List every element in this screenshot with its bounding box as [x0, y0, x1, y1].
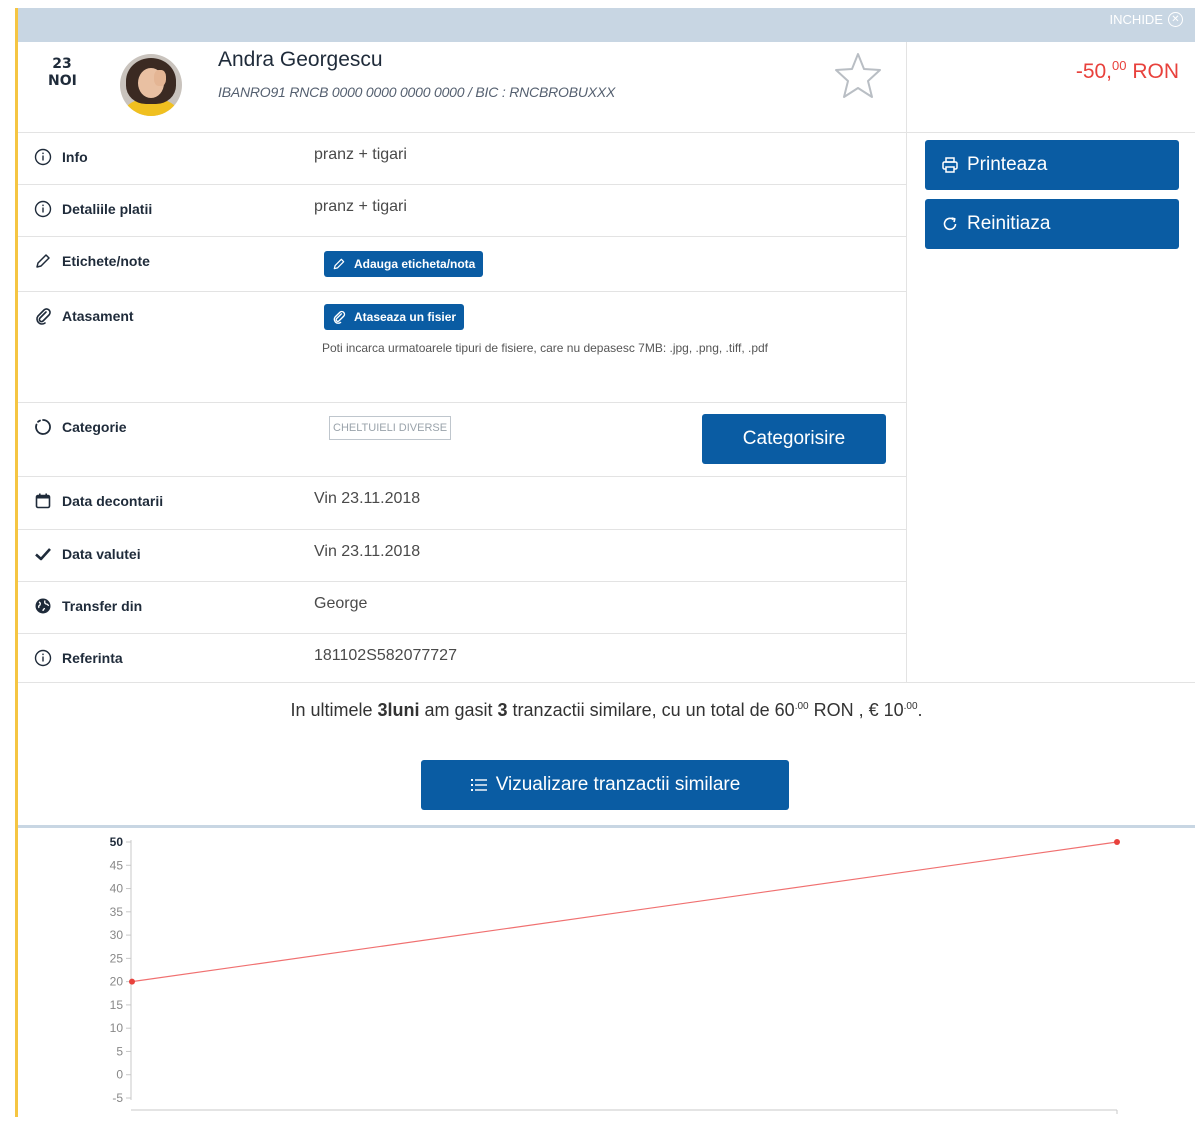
print-label: Printeaza	[967, 154, 1048, 175]
actions-panel: -50,00 RON Printeaza Reinitiaza	[907, 42, 1195, 249]
pencil-icon	[333, 258, 345, 270]
pencil-icon	[36, 254, 50, 268]
amount-main: -50,	[1075, 60, 1113, 83]
paperclip-icon	[36, 308, 51, 325]
value-date-value: Vin 23.11.2018	[314, 543, 421, 560]
y-tick-label: 0	[116, 1068, 123, 1082]
add-tag-label: Adauga eticheta/nota	[354, 257, 476, 271]
similar-transactions-chart: 50454035302520151050-5NOI 2018	[18, 828, 1195, 1117]
data-point	[129, 978, 135, 985]
similar-transactions-summary: In ultimele 3luni am gasit 3 tranzactii …	[290, 700, 923, 720]
row-label-settlement-date: Data decontarii	[62, 493, 164, 509]
reference-value: 181102S582077727	[314, 647, 457, 664]
row-settlement-date: Data decontarii Vin 23.11.2018	[18, 477, 906, 530]
row-tags: Etichete/note Adauga eticheta/nota	[18, 237, 906, 292]
info-value: pranz + tigari	[314, 146, 407, 163]
checkmark-icon	[35, 548, 51, 561]
transaction-date: 23 NOI	[48, 56, 77, 90]
row-reference: Referinta 181102S582077727	[18, 634, 906, 686]
print-button[interactable]: Printeaza	[925, 140, 1179, 190]
refresh-icon	[943, 217, 957, 231]
info-icon	[34, 200, 52, 218]
row-label-reference: Referinta	[62, 650, 123, 666]
data-point	[1114, 839, 1120, 845]
view-similar-transactions-button[interactable]: Vizualizare tranzactii similare	[421, 760, 789, 810]
info-icon	[34, 148, 52, 166]
settlement-date-value: Vin 23.11.2018	[314, 490, 421, 507]
payee-name: Andra Georgescu	[218, 48, 383, 71]
close-circle-icon: ✕	[1168, 12, 1183, 27]
transaction-amount: -50,00 RON	[1076, 58, 1179, 84]
top-bar: INCHIDE ✕	[18, 8, 1195, 42]
row-transfer-from: Transfer din George	[18, 582, 906, 634]
info-icon	[34, 649, 52, 667]
row-attachment: Atasament Ataseaza un fisier Poti incarc…	[18, 292, 906, 403]
payment-details-value: pranz + tigari	[314, 198, 407, 215]
attach-file-label: Ataseaza un fisier	[354, 310, 457, 324]
globe-icon	[35, 598, 51, 614]
y-tick-label: 50	[110, 835, 124, 849]
y-tick-label: -5	[112, 1091, 123, 1105]
attachment-hint: Poti incarca urmatoarele tipuri de fisie…	[322, 341, 769, 355]
add-tag-button[interactable]: Adauga eticheta/nota	[324, 251, 484, 277]
row-label-payment-details: Detaliile platii	[62, 201, 153, 217]
transaction-header: 23 NOI Andra Georgescu IBANRO91 RNCB 000…	[18, 42, 906, 133]
y-tick-label: 25	[110, 951, 124, 965]
section-divider	[18, 682, 1195, 683]
category-spinner-icon	[35, 419, 51, 435]
calendar-icon	[35, 493, 51, 509]
amount-decimals: 00	[1112, 58, 1127, 73]
reinitiate-label: Reinitiaza	[967, 213, 1051, 234]
y-tick-label: 20	[110, 975, 124, 989]
similar-period: 3luni	[377, 700, 420, 720]
y-tick-label: 5	[116, 1044, 123, 1058]
row-label-category: Categorie	[62, 419, 127, 435]
close-label: INCHIDE	[1109, 12, 1163, 27]
row-label-info: Info	[62, 149, 88, 165]
transfer-from-value: George	[314, 595, 368, 612]
date-month: NOI	[48, 73, 77, 89]
amount-currency: RON	[1132, 60, 1179, 83]
favorite-star-icon[interactable]	[832, 50, 884, 102]
reinitiate-button[interactable]: Reinitiaza	[925, 199, 1179, 249]
amount-header: -50,00 RON	[907, 42, 1195, 133]
row-label-value-date: Data valutei	[62, 546, 141, 562]
series-line	[131, 841, 1118, 983]
printer-icon	[942, 157, 958, 173]
list-icon	[470, 779, 487, 791]
category-tag: CHELTUIELI DIVERSE	[329, 416, 452, 440]
payee-iban: IBANRO91 RNCB 0000 0000 0000 0000 / BIC …	[218, 84, 616, 100]
row-label-transfer-from: Transfer din	[62, 598, 143, 614]
row-payment-details: Detaliile platii pranz + tigari	[18, 185, 906, 237]
attach-file-button[interactable]: Ataseaza un fisier	[324, 304, 465, 330]
y-tick-label: 40	[110, 882, 124, 896]
row-info: Info pranz + tigari	[18, 133, 906, 185]
paperclip-icon	[333, 310, 346, 324]
view-similar-label: Vizualizare tranzactii similare	[495, 774, 741, 795]
date-day: 23	[52, 56, 72, 72]
line-chart: 50454035302520151050-5NOI 2018	[110, 835, 1120, 1114]
row-value-date: Data valutei Vin 23.11.2018	[18, 530, 906, 582]
y-tick-label: 45	[110, 858, 124, 872]
similar-count: 3	[497, 700, 508, 720]
row-label-tags: Etichete/note	[62, 253, 150, 269]
y-tick-label: 30	[110, 928, 124, 942]
row-label-attachment: Atasament	[62, 308, 134, 324]
y-tick-label: 15	[110, 998, 124, 1012]
avatar	[120, 54, 182, 116]
y-tick-label: 35	[110, 905, 124, 919]
column-divider	[906, 42, 907, 682]
y-tick-label: 10	[110, 1021, 124, 1035]
categorize-button[interactable]: Categorisire	[702, 414, 886, 464]
transaction-details-panel: 23 NOI Andra Georgescu IBANRO91 RNCB 000…	[18, 42, 906, 686]
close-button[interactable]: INCHIDE ✕	[1110, 12, 1183, 27]
row-category: Categorie CHELTUIELI DIVERSE Categorisir…	[18, 403, 906, 477]
